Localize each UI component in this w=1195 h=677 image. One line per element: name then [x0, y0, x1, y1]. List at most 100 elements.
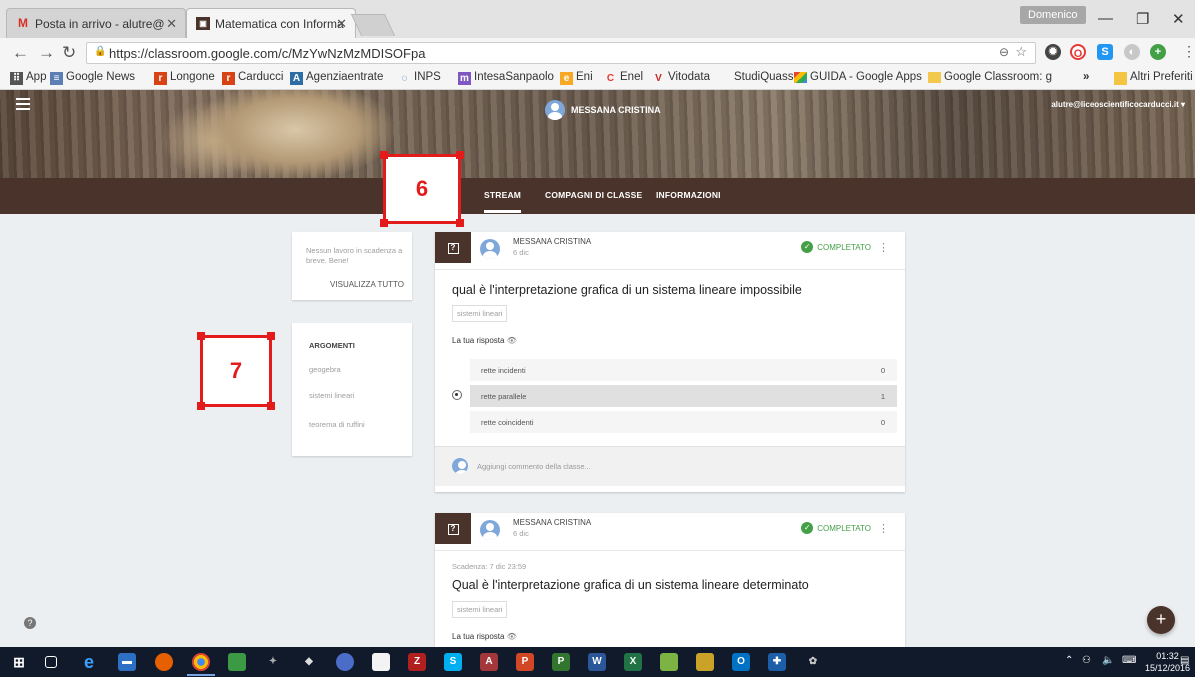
menu-icon[interactable]: ⋮ [1182, 43, 1195, 60]
eni-icon: e [560, 72, 573, 85]
check-circle-icon: ✓ [801, 522, 814, 534]
opera-icon[interactable]: O [1070, 44, 1086, 60]
address-bar-row: ← → ↻ 🔒 https://classroom.google.com/c/M… [0, 38, 1195, 68]
annotation-corner [267, 402, 275, 410]
teacher-chip[interactable]: MESSANA CRISTINA [545, 100, 661, 120]
post-title[interactable]: Qual è l'interpretazione grafica di un s… [452, 578, 809, 592]
bookmark-item[interactable]: ◌ INPS [398, 71, 441, 84]
class-comment-bar[interactable]: Aggiungi commento della classe... [435, 446, 905, 486]
bookmark-item[interactable]: r Longone [154, 71, 215, 85]
chrome-icon[interactable] [187, 653, 215, 676]
app-icon[interactable] [660, 653, 678, 671]
bookmark-item[interactable]: C Enel [604, 71, 643, 84]
extension-gear-icon[interactable]: ✹ [1045, 44, 1061, 60]
volume-icon[interactable]: 🔈 [1102, 655, 1114, 666]
app-icon[interactable]: ◆ [300, 653, 318, 671]
bookmark-item[interactable]: V Vitodata [652, 71, 710, 84]
bookmarks-overflow-button[interactable]: » [1083, 71, 1089, 83]
keyboard-icon[interactable]: ⌨ [1122, 655, 1136, 666]
bookmark-item[interactable]: e Eni [560, 71, 593, 85]
reload-icon[interactable]: ↻ [62, 43, 76, 63]
back-icon[interactable]: ← [12, 43, 29, 63]
bookmarks-bar: ⠿ App ≡ Google News r Longone r Carducci A Ag… [0, 68, 1195, 90]
bookmark-item[interactable]: ≡ Google News [50, 71, 135, 85]
powerpoint-icon[interactable]: P [516, 653, 534, 671]
answer-option[interactable]: rette coincidenti 0 [470, 411, 897, 433]
app-icon[interactable]: ✿ [804, 653, 822, 671]
bookmark-item[interactable]: m IntesaSanpaolo [458, 71, 554, 85]
close-tab-icon[interactable]: ✕ [336, 16, 347, 32]
annotation-7-box: 7 [197, 332, 275, 410]
help-icon[interactable]: ? [24, 617, 36, 629]
tab-compagni-di-classe[interactable]: COMPAGNI DI CLASSE [545, 190, 642, 200]
topic-item-sistemi-lineari[interactable]: sistemi lineari [309, 391, 354, 400]
tab-gmail[interactable]: M Posta in arrivo - alutre@ ✕ [6, 8, 186, 38]
more-options-icon[interactable]: ⋮ [878, 241, 889, 254]
close-tab-icon[interactable]: ✕ [166, 16, 177, 32]
bookmark-item[interactable]: Google Classroom: gu [928, 71, 1052, 83]
bookmark-item[interactable]: ⠿ App [10, 71, 46, 85]
restore-icon[interactable]: ❐ [1136, 10, 1149, 28]
bookmark-item[interactable]: StudiQuasso [718, 71, 800, 83]
forward-icon[interactable]: → [38, 43, 55, 63]
answer-option[interactable]: rette incidenti 0 [470, 359, 897, 381]
app-icon[interactable] [336, 653, 354, 671]
annotation-corner [456, 151, 464, 159]
view-all-link[interactable]: VISUALIZZA TUTTO [330, 280, 404, 289]
app-icon[interactable]: ✦ [264, 653, 282, 671]
app-icon[interactable] [228, 653, 246, 671]
bookmark-star-icon[interactable]: ☆ [1015, 44, 1027, 60]
app-icon[interactable] [372, 653, 390, 671]
banner-leaf [195, 90, 395, 178]
status-badge: ✓ COMPLETATO [801, 522, 871, 534]
filezilla-icon[interactable]: Z [408, 653, 426, 671]
task-view-icon[interactable] [45, 656, 57, 668]
topic-item-geogebra[interactable]: geogebra [309, 365, 341, 374]
access-icon[interactable]: A [480, 653, 498, 671]
zoom-icon[interactable]: ⊖ [999, 45, 1009, 59]
network-icon[interactable]: ⚇ [1082, 655, 1091, 666]
topic-tag[interactable]: sistemi lineari [452, 601, 508, 618]
extension-icon[interactable]: ◐ [1124, 44, 1140, 60]
topic-item-teorema-di-ruffini[interactable]: teorema di ruffini [309, 420, 365, 429]
notifications-icon[interactable]: ▤ [1180, 655, 1189, 666]
annotation-corner [197, 332, 205, 340]
windows-start-icon[interactable]: ⊞ [10, 653, 28, 671]
outlook-icon[interactable]: O [732, 653, 750, 671]
skype-ext-icon[interactable]: S [1097, 44, 1113, 60]
tab-stream[interactable]: STREAM [484, 190, 522, 213]
other-bookmarks-folder[interactable]: Altri Preferiti [1114, 71, 1193, 85]
bookmark-item[interactable]: r Carducci [222, 71, 283, 85]
excel-icon[interactable]: X [624, 653, 642, 671]
minimize-icon[interactable]: — [1098, 10, 1113, 27]
app-icon[interactable] [696, 653, 714, 671]
answer-option[interactable]: rette parallele 1 [470, 385, 897, 407]
account-menu[interactable]: alutre@liceoscientificocarducci.it ▾ [1051, 100, 1185, 109]
file-explorer-icon[interactable]: ▬ [118, 653, 136, 671]
bookmark-item[interactable]: GUIDA - Google Apps [794, 71, 924, 83]
firefox-icon[interactable] [155, 653, 173, 671]
comment-input[interactable]: Aggiungi commento della classe... [477, 462, 591, 471]
skype-icon[interactable]: S [444, 653, 462, 671]
bookmark-item[interactable]: A Agenziaentrate [290, 71, 383, 85]
annotation-corner [380, 219, 388, 227]
green-extension-icon[interactable]: + [1150, 44, 1166, 60]
hamburger-menu-icon[interactable] [16, 98, 30, 110]
word-icon[interactable]: W [588, 653, 606, 671]
more-options-icon[interactable]: ⋮ [878, 522, 889, 535]
url-input[interactable]: 🔒 https://classroom.google.com/c/MzYwNzM… [86, 42, 1036, 64]
window-user-badge[interactable]: Domenico [1020, 6, 1086, 24]
edge-icon[interactable]: e [80, 653, 98, 671]
tab-classroom[interactable]: ▣ Matematica con Informa ✕ [186, 8, 356, 38]
folder-icon [1114, 72, 1127, 85]
new-tab-button[interactable] [350, 14, 396, 36]
topic-tag[interactable]: sistemi lineari [452, 305, 508, 322]
tray-chevron-icon[interactable]: ⌃ [1065, 655, 1073, 666]
tab-informazioni[interactable]: INFORMAZIONI [656, 190, 721, 200]
close-window-icon[interactable]: ✕ [1172, 10, 1185, 28]
selected-radio-icon[interactable] [452, 390, 462, 400]
add-post-button[interactable]: + [1147, 606, 1175, 634]
app-icon[interactable]: ✚ [768, 653, 786, 671]
project-icon[interactable]: P [552, 653, 570, 671]
post-title[interactable]: qual è l'interpretazione grafica di un s… [452, 283, 802, 297]
